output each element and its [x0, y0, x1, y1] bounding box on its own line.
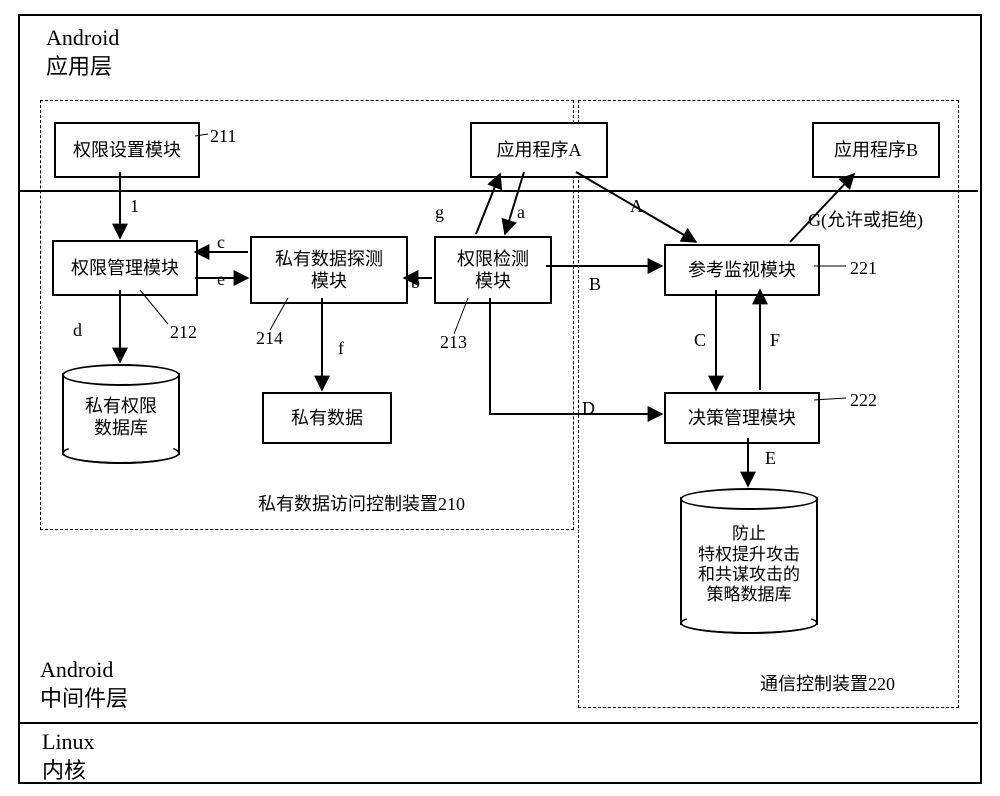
priv-db: 私有权限 数据库 [62, 364, 180, 464]
policy-db: 防止 特权提升攻击 和共谋攻击的 策略数据库 [680, 488, 818, 634]
policy-db-label: 防止 特权提升攻击 和共谋攻击的 策略数据库 [680, 497, 818, 625]
